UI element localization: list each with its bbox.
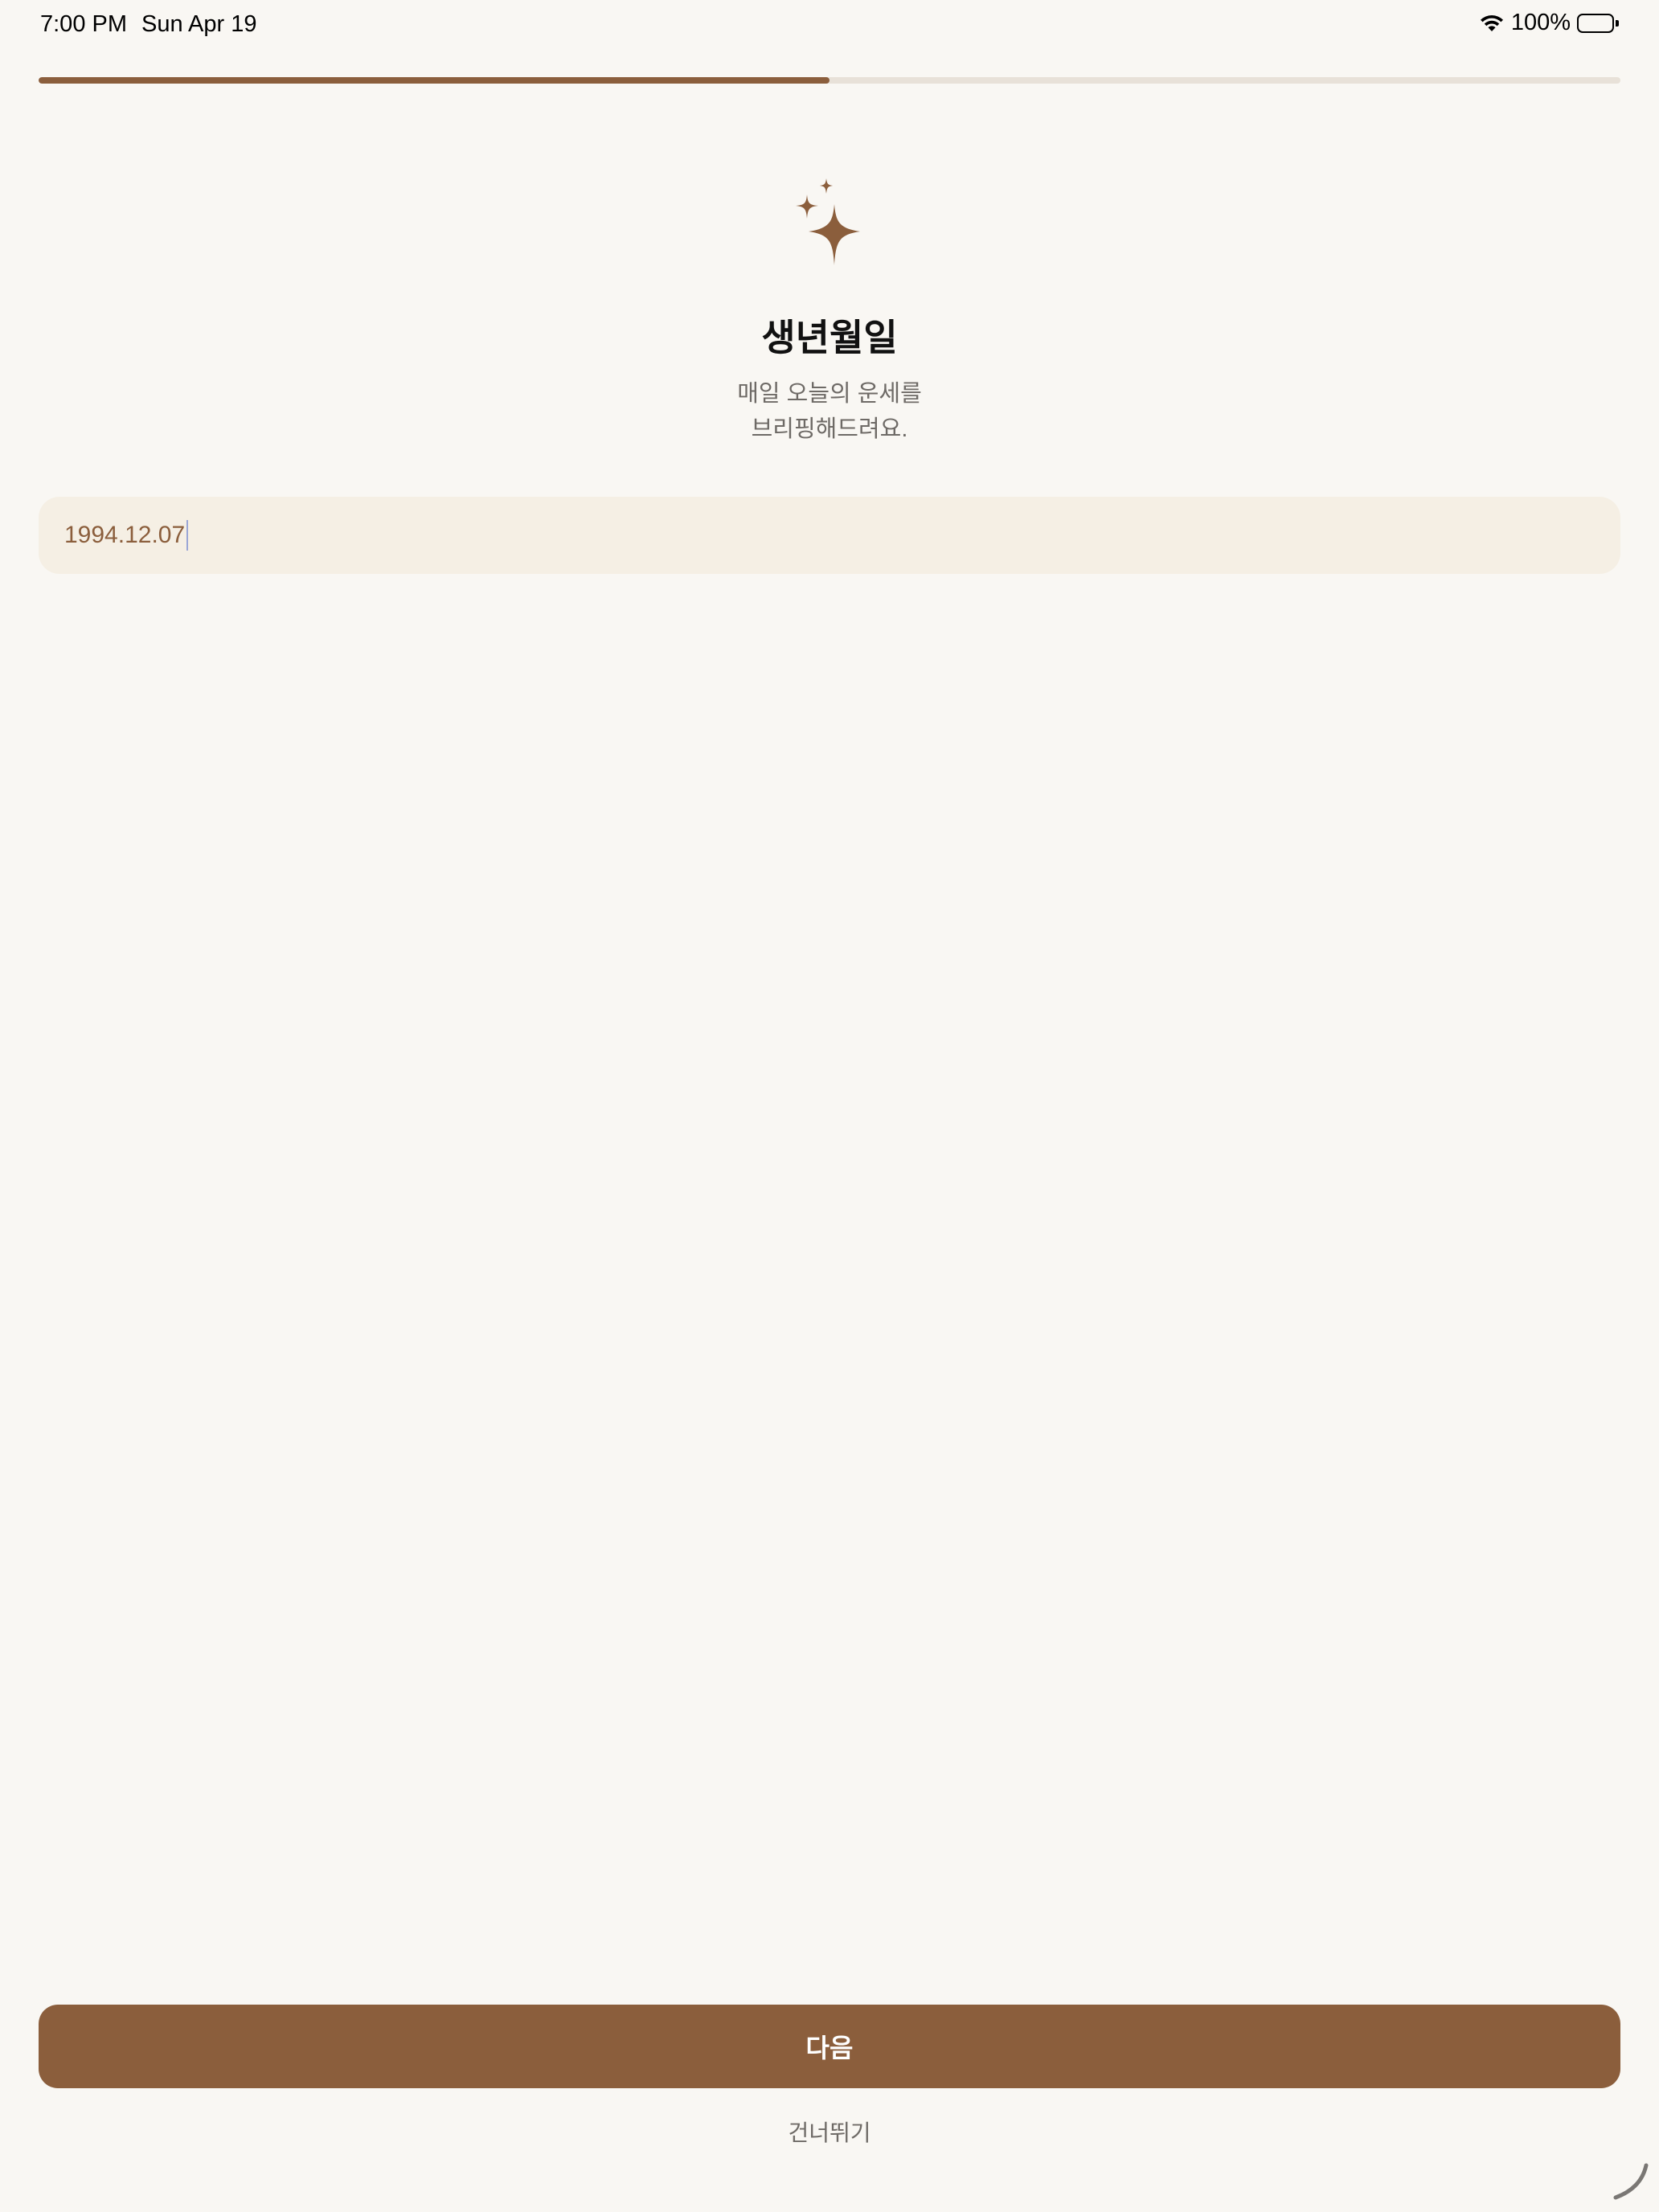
birthdate-input[interactable]: 1994.12.07 <box>39 497 1620 574</box>
wifi-icon <box>1479 14 1505 33</box>
sparkles-icon <box>788 175 871 270</box>
subtitle-line-2: 브리핑해드려요. <box>751 416 908 442</box>
battery-icon <box>1577 13 1619 33</box>
skip-button[interactable]: 건너뛰기 <box>0 2116 1659 2148</box>
subtitle-line-1: 매일 오늘의 운세를 <box>737 381 922 407</box>
page-subtitle: 매일 오늘의 운세를 브리핑해드려요. <box>0 376 1659 447</box>
corner-gesture-indicator <box>1611 2162 1651 2202</box>
next-button-label: 다음 <box>805 2034 854 2062</box>
page-title: 생년월일 <box>761 317 898 358</box>
status-indicators: 100% <box>1479 10 1619 36</box>
text-caret <box>186 520 189 551</box>
birthdate-value: 1994.12.07 <box>64 522 186 548</box>
next-button[interactable]: 다음 <box>39 2005 1620 2088</box>
progress-fill <box>39 77 830 84</box>
status-bar: 7:00 PM Sun Apr 19 100% <box>0 0 1659 51</box>
onboarding-progress-bar <box>39 77 1620 84</box>
status-date: Sun Apr 19 <box>141 11 257 37</box>
status-time: 7:00 PM <box>40 11 127 37</box>
battery-percentage: 100% <box>1510 10 1571 35</box>
